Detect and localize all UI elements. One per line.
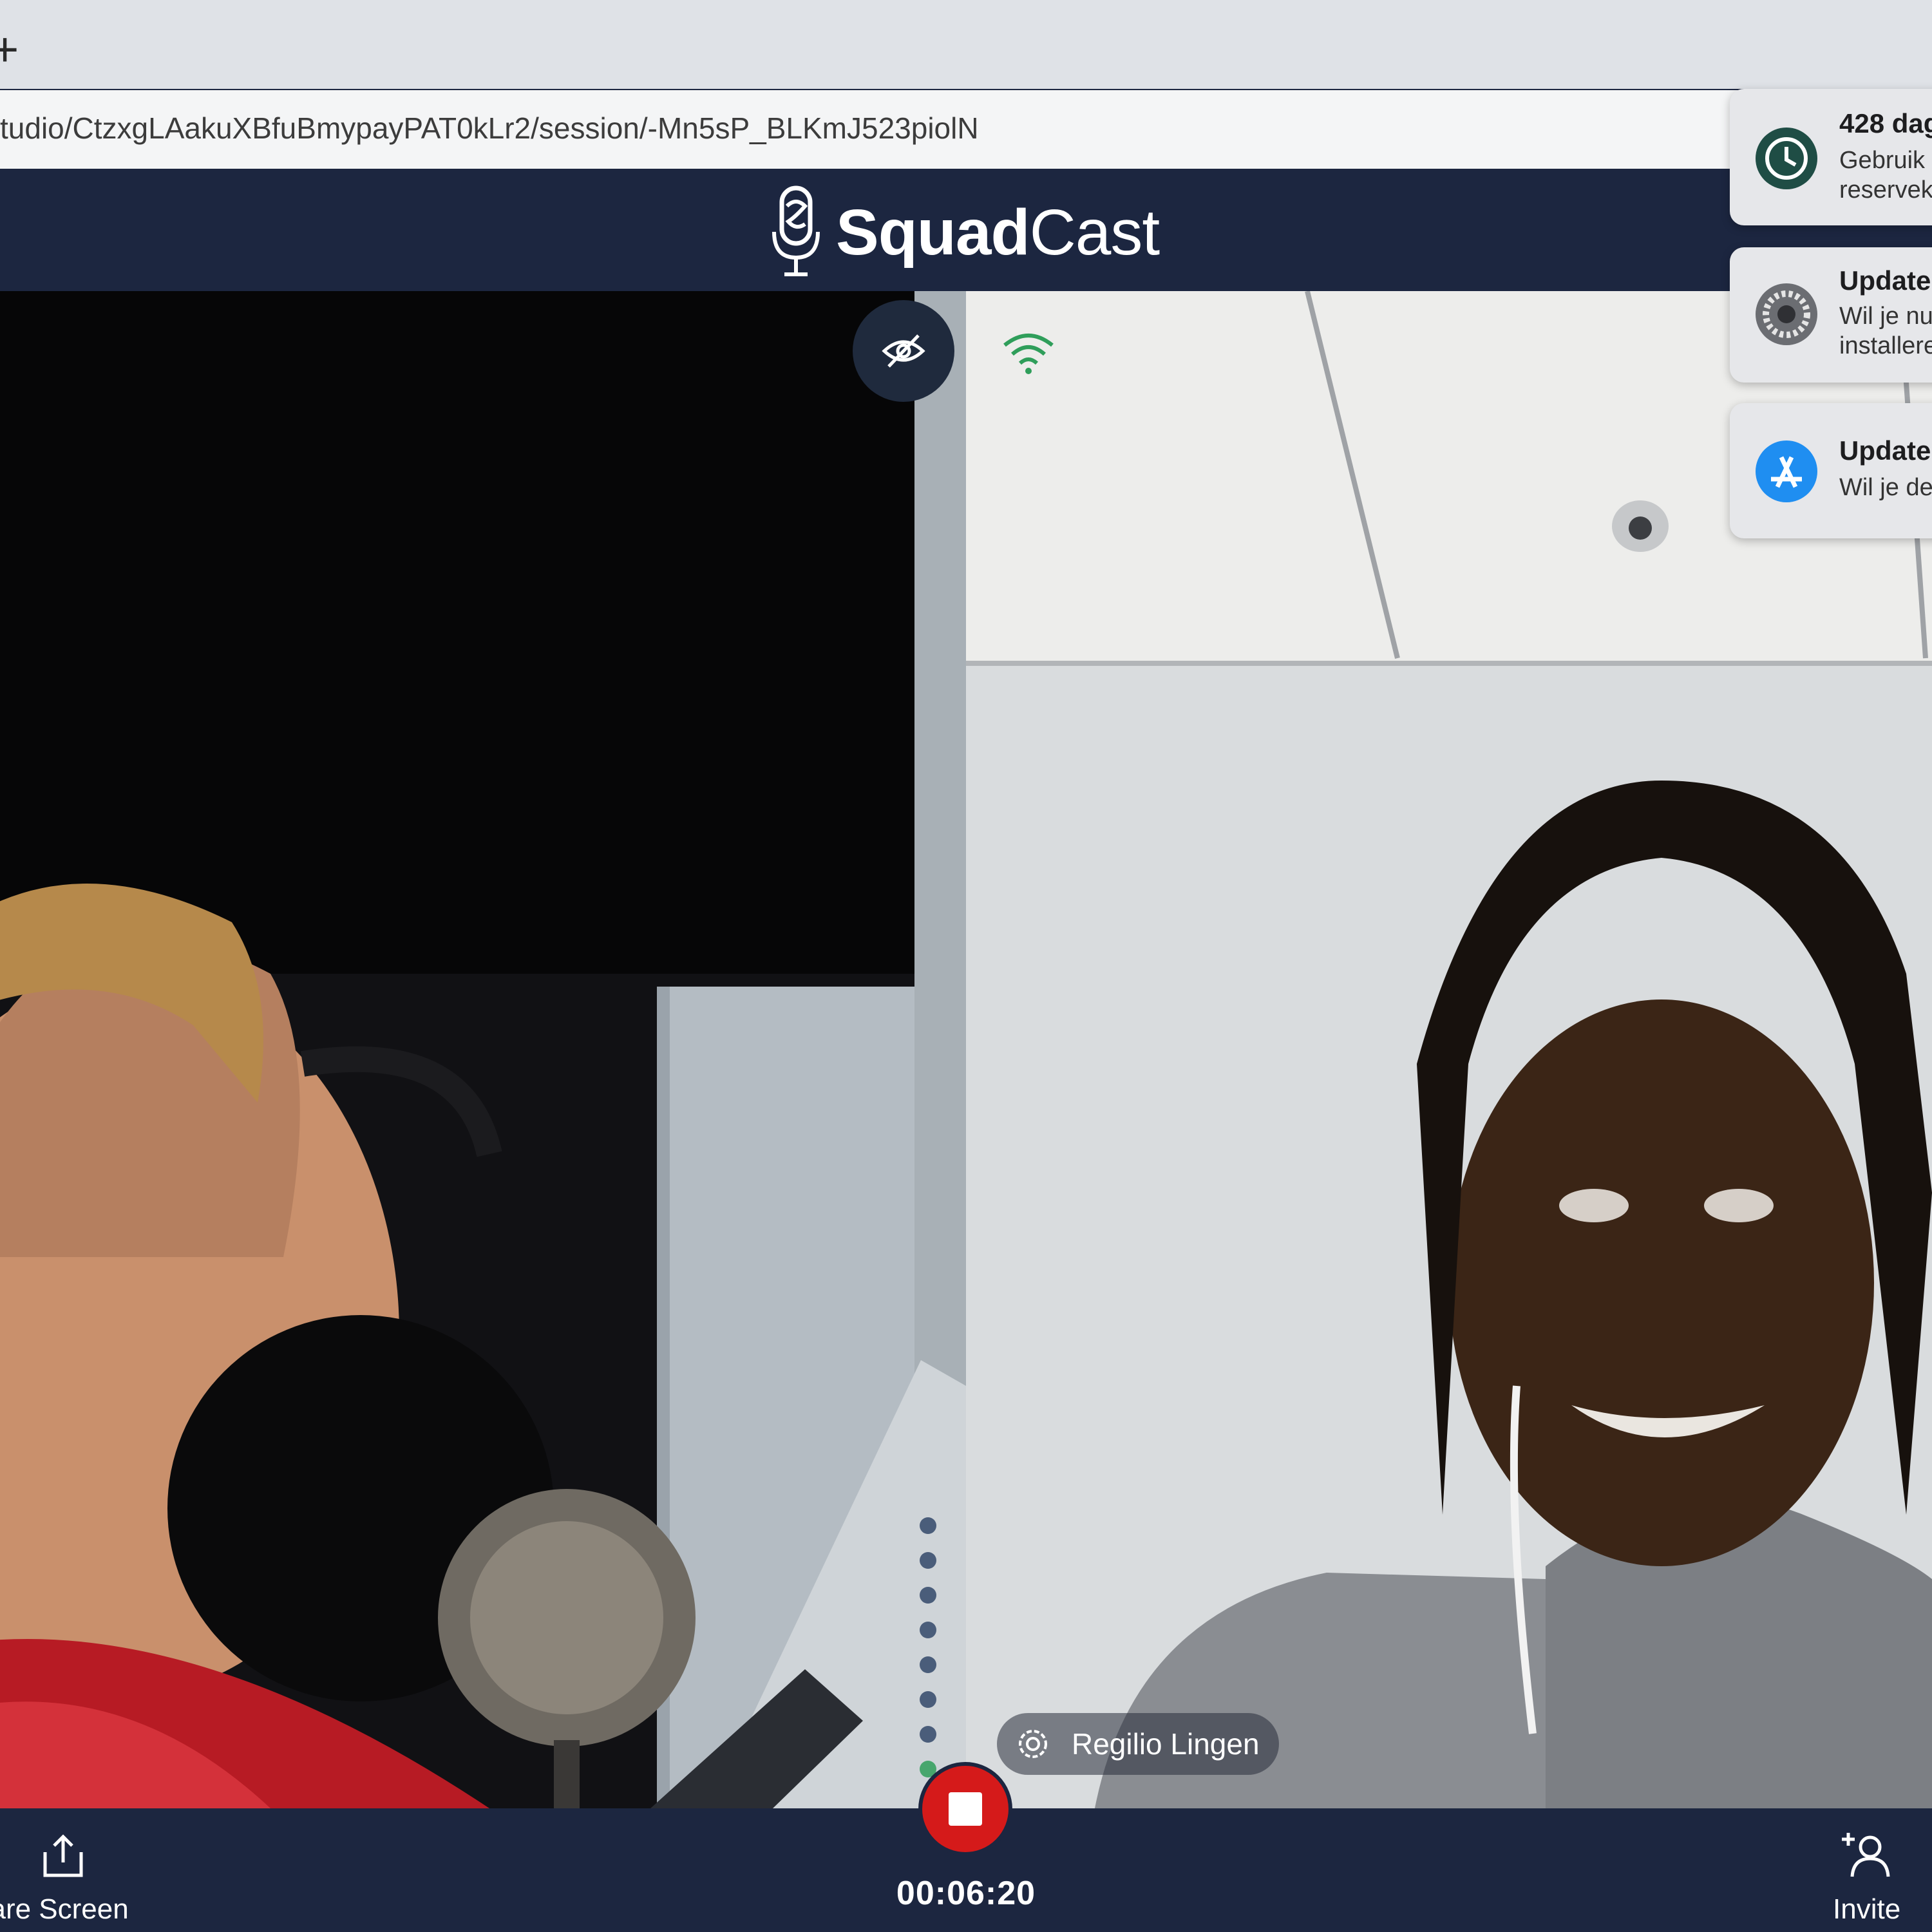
audio-level-meter	[920, 1517, 938, 1795]
notification-title: Update	[1839, 435, 1931, 466]
connection-quality-icon	[1001, 330, 1056, 378]
level-dot	[920, 1691, 936, 1708]
notification-body: Wil je nu	[1839, 303, 1932, 330]
notification-time-machine[interactable]: 428 dag Gebruik reservek	[1730, 89, 1932, 225]
level-dot	[920, 1726, 936, 1743]
browser-tab-bar: +	[0, 0, 1932, 89]
microphone-logo-icon	[772, 185, 820, 276]
notification-title: 428 dag	[1839, 108, 1932, 138]
level-dot	[920, 1622, 936, 1638]
participant-name-tag[interactable]: Regilio Lingen	[997, 1713, 1279, 1775]
notification-app-store-update[interactable]: Update Wil je de	[1730, 403, 1932, 538]
eye-slash-icon	[882, 334, 925, 368]
system-preferences-icon	[1756, 283, 1817, 345]
level-dot	[920, 1587, 936, 1604]
url-text[interactable]: tudio/CtzxgLAakuXBfuBmypayPAT0kLr2/sessi…	[0, 111, 979, 146]
local-video-feed	[0, 291, 966, 1808]
recording-timer: 00:06:20	[896, 1875, 1036, 1912]
notification-body: Gebruik	[1839, 147, 1926, 174]
hide-self-view-button[interactable]	[853, 300, 954, 402]
notification-title: Update	[1839, 265, 1931, 296]
new-tab-button[interactable]: +	[0, 26, 19, 73]
notification-body: reservek	[1839, 176, 1932, 204]
gear-icon[interactable]	[1012, 1723, 1054, 1765]
stop-recording-button[interactable]	[918, 1762, 1012, 1856]
participant-name: Regilio Lingen	[1072, 1727, 1260, 1761]
add-user-icon	[1842, 1833, 1890, 1877]
local-video-tile	[0, 291, 966, 1808]
app-store-icon	[1756, 440, 1817, 502]
time-machine-icon	[1756, 128, 1817, 189]
level-dot	[920, 1656, 936, 1673]
stop-icon	[949, 1792, 982, 1826]
squadcast-logo: SquadCast	[770, 184, 1160, 281]
share-screen-label: hare Screen	[0, 1893, 129, 1925]
brand-name: SquadCast	[836, 196, 1160, 269]
share-icon	[43, 1834, 83, 1877]
notification-body: installere	[1839, 332, 1932, 359]
notification-system-update[interactable]: Update Wil je nu installere	[1730, 247, 1932, 383]
level-dot	[920, 1517, 936, 1534]
invite-label: Invite	[1833, 1893, 1901, 1925]
level-dot	[920, 1552, 936, 1569]
notification-body: Wil je de	[1839, 474, 1932, 501]
